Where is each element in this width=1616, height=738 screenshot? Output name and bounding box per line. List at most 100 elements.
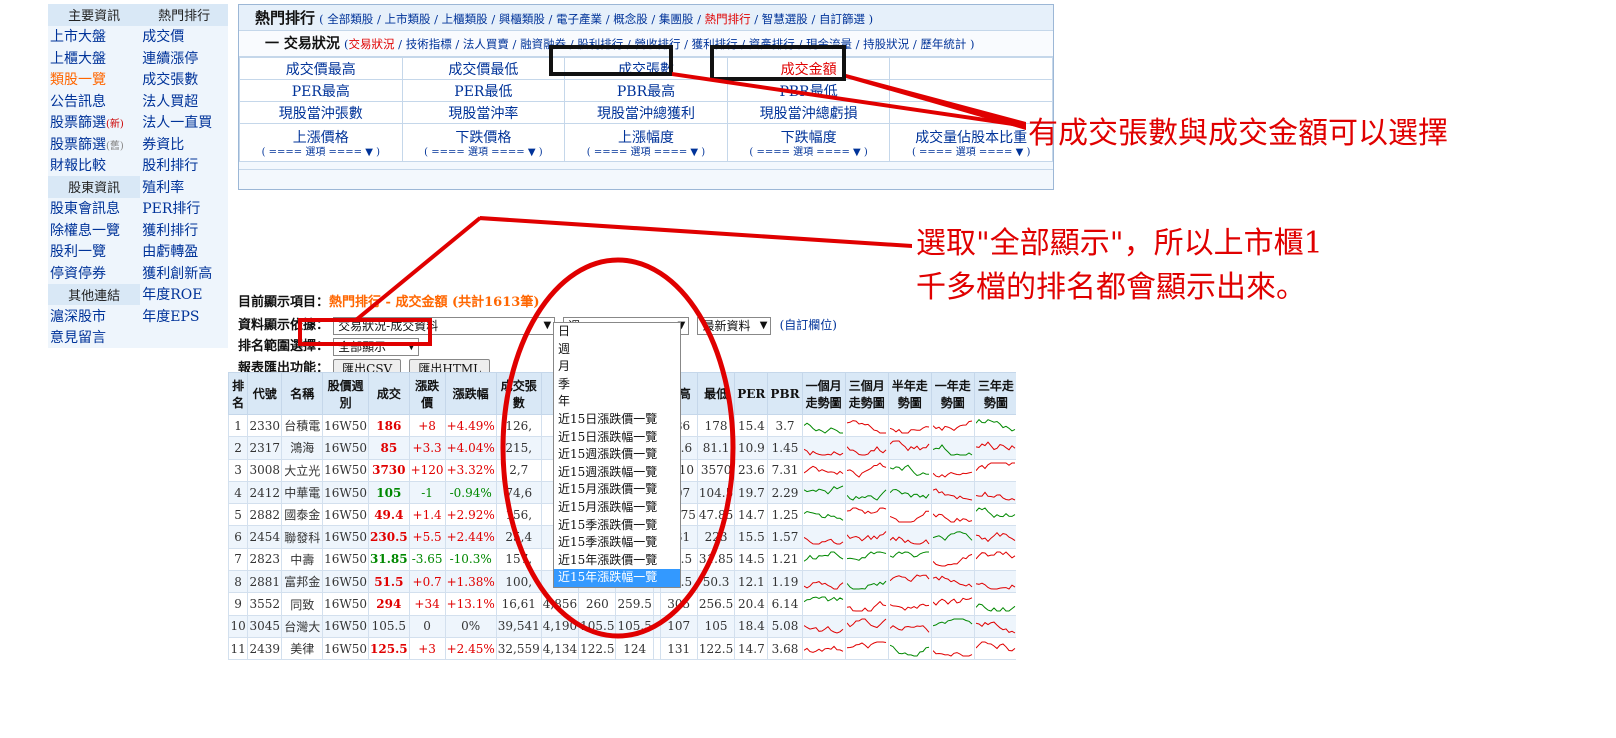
column-header[interactable]: 成交張數 [495, 372, 542, 415]
trend-cell[interactable] [930, 636, 975, 661]
menu-item[interactable]: 上市大盤 [48, 25, 141, 47]
trend-cell[interactable] [801, 413, 846, 438]
menu-item[interactable]: 法人一直買 [140, 111, 228, 133]
column-header[interactable]: 漲跌價 [408, 372, 446, 415]
trend-cell[interactable] [973, 570, 1016, 594]
column-header[interactable]: 代號 [247, 372, 283, 415]
ranking-option[interactable]: PER最低 [401, 79, 566, 102]
basis-select[interactable]: 交易狀況-成交資料 ▼ [333, 316, 556, 335]
trend-cell[interactable] [973, 480, 1016, 505]
column-header[interactable]: 排名 [228, 372, 249, 415]
dropdown-option[interactable]: 近15週漲跌幅一覽 [554, 464, 680, 482]
ranking-option[interactable]: 上漲幅度( ==== 選項 ==== ▼ ) [564, 123, 728, 162]
trend-cell[interactable] [844, 547, 889, 572]
trend-cell[interactable] [930, 413, 975, 438]
trend-cell[interactable] [930, 503, 975, 527]
trend-cell[interactable] [887, 592, 932, 616]
dropdown-option[interactable]: 近15日漲跌幅一覽 [554, 429, 680, 447]
trend-cell[interactable] [801, 458, 846, 482]
trend-cell[interactable] [801, 525, 846, 549]
menu-item[interactable]: 除權息一覽 [48, 219, 141, 241]
trend-cell[interactable] [844, 614, 889, 638]
option-select[interactable]: ( ==== 選項 ==== ▼ ) [403, 147, 565, 159]
menu-item[interactable]: 殖利率 [140, 176, 228, 198]
column-header[interactable]: 三個月走勢圖 [844, 372, 889, 415]
table-cell[interactable]: 台積電 [281, 413, 324, 438]
table-cell[interactable]: 2454 [247, 525, 283, 549]
trend-cell[interactable] [887, 570, 932, 594]
menu-item[interactable]: 由虧轉盈 [140, 240, 228, 262]
dropdown-option[interactable]: 季 [554, 376, 680, 394]
menu-item[interactable]: 獲利創新高 [140, 262, 228, 284]
dropdown-option[interactable]: 近15月漲跌價一覽 [554, 481, 680, 499]
ranking-option[interactable]: 現股當沖張數 [239, 101, 403, 124]
ranking-option[interactable]: PBR最高 [564, 79, 728, 102]
trend-cell[interactable] [973, 458, 1016, 482]
trend-cell[interactable] [887, 436, 932, 460]
latest-data-select[interactable]: 最新資料 ▼ [697, 316, 772, 335]
menu-item[interactable]: 成交價 [140, 25, 228, 47]
trend-cell[interactable] [887, 636, 932, 661]
trend-cell[interactable] [930, 570, 975, 594]
trend-cell[interactable] [844, 503, 889, 527]
trend-cell[interactable] [887, 458, 932, 482]
table-cell[interactable]: 鴻海 [281, 436, 324, 460]
table-cell[interactable]: 3008 [247, 458, 283, 482]
trend-cell[interactable] [930, 525, 975, 549]
column-header[interactable]: 半年走勢圖 [887, 372, 932, 415]
trend-cell[interactable] [801, 503, 846, 527]
table-cell[interactable]: 聯發科 [281, 525, 324, 549]
column-header[interactable]: 漲跌幅 [444, 372, 497, 415]
table-cell[interactable]: 中壽 [281, 547, 324, 572]
column-header[interactable]: 一個月走勢圖 [801, 372, 846, 415]
table-cell[interactable]: 2412 [247, 480, 283, 505]
menu-item[interactable]: 上櫃大盤 [48, 47, 141, 69]
menu-item[interactable]: 獲利排行 [140, 219, 228, 241]
menu-item[interactable]: 類股一覽 [48, 68, 141, 90]
category-links[interactable]: ( 全部類股 / 上市類股 / 上櫃類股 / 興櫃類股 / 電子產業 / 概念股… [319, 12, 873, 26]
menu-item[interactable]: 年度EPS [140, 305, 228, 327]
trend-cell[interactable] [930, 480, 975, 505]
ranking-option[interactable]: 現股當沖總虧損 [726, 101, 891, 124]
trend-cell[interactable] [801, 570, 846, 594]
table-row[interactable]: 9 3552 同致 16W50 294 +34 +13.1% 16,61 4,856 260 259… [228, 592, 1016, 616]
dropdown-option[interactable]: 近15月漲跌幅一覽 [554, 499, 680, 517]
column-header[interactable]: PER [734, 372, 769, 415]
dropdown-option[interactable]: 近15季漲跌價一覽 [554, 517, 680, 535]
trend-cell[interactable] [930, 614, 975, 638]
ranking-option[interactable]: PER最高 [239, 79, 403, 102]
menu-item[interactable]: 停資停券 [48, 262, 141, 284]
trend-cell[interactable] [844, 636, 889, 661]
option-select[interactable]: ( ==== 選項 ==== ▼ ) [728, 147, 890, 159]
ranking-option[interactable]: 成交價最高 [239, 57, 403, 80]
trend-cell[interactable] [887, 413, 932, 438]
ranking-option[interactable]: 成交價最低 [401, 57, 566, 80]
menu-item[interactable]: 財報比較 [48, 154, 141, 176]
table-cell[interactable]: 中華電 [281, 480, 324, 505]
table-cell[interactable]: 3045 [247, 614, 283, 638]
trend-cell[interactable] [930, 592, 975, 616]
table-cell[interactable]: 2330 [247, 413, 283, 438]
trend-cell[interactable] [973, 614, 1016, 638]
trend-cell[interactable] [973, 413, 1016, 438]
dropdown-option[interactable]: 近15週漲跌價一覽 [554, 446, 680, 464]
table-cell[interactable]: 3552 [247, 592, 283, 616]
table-cell[interactable]: 2439 [247, 636, 283, 661]
menu-item[interactable]: 股票篩選(舊) [48, 133, 141, 155]
table-row[interactable]: 11 2439 美律 16W50 125.5 +3 +2.45% 32,559 4,134 122… [228, 636, 1016, 661]
table-cell[interactable]: 2882 [247, 503, 283, 527]
menu-item[interactable]: 券資比 [140, 133, 228, 155]
menu-item[interactable]: 股東會訊息 [48, 197, 141, 219]
column-header[interactable]: 成交 [368, 372, 410, 415]
trend-cell[interactable] [801, 480, 846, 505]
trend-cell[interactable] [930, 547, 975, 572]
column-header[interactable]: 三年走勢圖 [973, 372, 1016, 415]
ranking-option[interactable]: 現股當沖率 [401, 101, 566, 124]
trend-cell[interactable] [930, 436, 975, 460]
trend-cell[interactable] [801, 614, 846, 638]
trend-cell[interactable] [973, 592, 1016, 616]
option-select[interactable]: ( ==== 選項 ==== ▼ ) [240, 147, 402, 159]
trend-cell[interactable] [844, 480, 889, 505]
dropdown-option[interactable]: 近15年漲跌幅一覽 [554, 569, 680, 587]
trend-cell[interactable] [973, 503, 1016, 527]
